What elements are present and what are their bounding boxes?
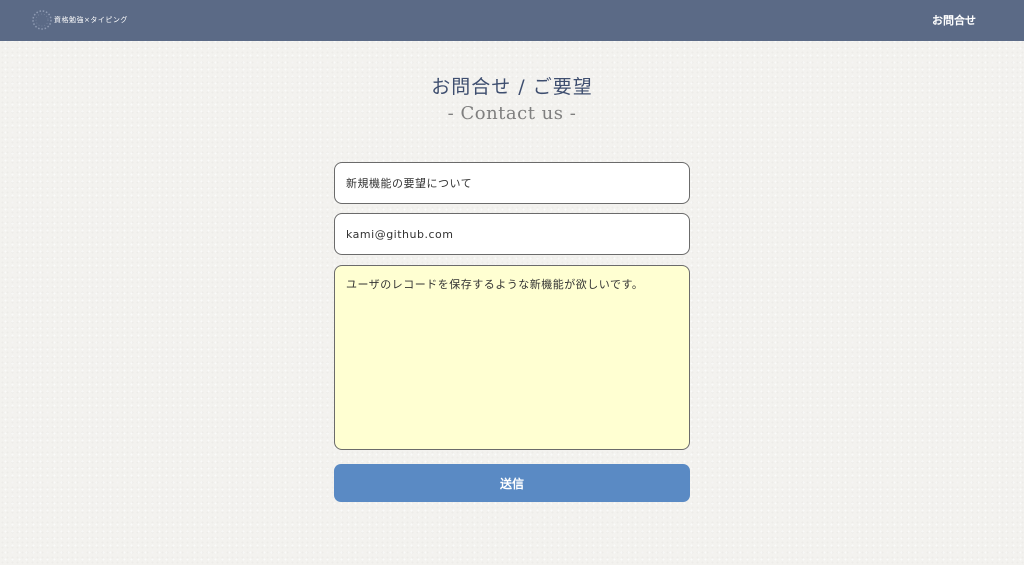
submit-button[interactable]: 送信 [334, 464, 690, 502]
site-logo[interactable]: 資格勉強×タイピング [31, 8, 128, 32]
nav-contact-link[interactable]: お問合せ [932, 12, 976, 28]
page-subtitle: - Contact us - [447, 103, 577, 124]
message-textarea[interactable]: ユーザのレコードを保存するような新機能が欲しいです。 [334, 265, 690, 450]
email-input[interactable] [334, 213, 690, 255]
top-header: 資格勉強×タイピング お問合せ [0, 0, 1024, 41]
page-title: お問合せ / ご要望 [431, 76, 593, 98]
site-logo-text: 資格勉強×タイピング [54, 16, 128, 24]
subject-input[interactable] [334, 162, 690, 204]
dotted-circle-logo-icon [32, 10, 52, 30]
